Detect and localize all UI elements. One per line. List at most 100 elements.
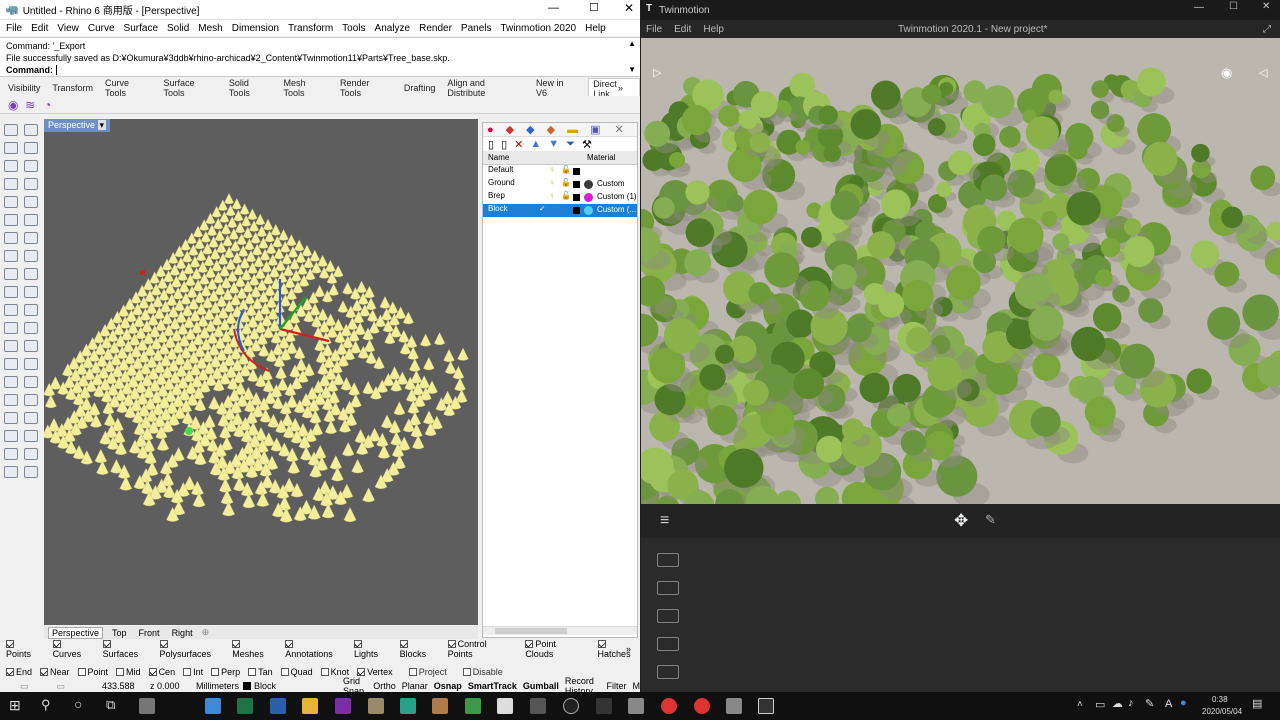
twinmotion-link-icon[interactable]: ≋	[25, 98, 35, 112]
twinmotion-viewport[interactable]: ▷ ◉ ◁	[641, 38, 1280, 504]
horizontal-scrollbar[interactable]	[483, 626, 637, 635]
osnap-int[interactable]: Int	[183, 667, 203, 677]
tray-chevron-icon[interactable]: ˄	[1077, 699, 1083, 710]
explorer-icon[interactable]	[302, 698, 318, 714]
epic-icon[interactable]	[596, 698, 612, 714]
toggle-gumball[interactable]: Gumball	[523, 681, 559, 691]
word-icon[interactable]	[270, 698, 286, 714]
tool-button-icon[interactable]	[4, 214, 18, 226]
menu-edit[interactable]: Edit	[31, 23, 48, 34]
tool-button-icon[interactable]	[24, 466, 38, 478]
tool-button-icon[interactable]	[4, 340, 18, 352]
filter-overflow-icon[interactable]: »	[626, 644, 631, 654]
app-icon-5[interactable]	[432, 698, 448, 714]
start-icon[interactable]: ⊞	[9, 697, 21, 714]
filter-meshes[interactable]: Meshes	[232, 639, 273, 659]
layer-row[interactable]: Ground ♀ 🔓 Custom	[483, 178, 637, 191]
perspective-viewport[interactable]: Perspective ▾	[44, 119, 478, 625]
tab-solid-tools[interactable]: Solid Tools	[229, 78, 272, 98]
add-viewport-icon[interactable]: ⊕	[202, 627, 210, 638]
layer-row[interactable]: Brep ♀ 🔓 Custom (1)	[483, 191, 637, 204]
rhino-taskbar-icon[interactable]	[726, 698, 742, 714]
osnap-quad[interactable]: Quad	[280, 667, 313, 677]
tool-button-icon[interactable]	[4, 466, 18, 478]
filter-polysurfaces[interactable]: Polysurfaces	[159, 639, 221, 659]
menu-render[interactable]: Render	[419, 23, 452, 34]
filter-blocks[interactable]: Blocks	[399, 639, 436, 659]
chrome-icon[interactable]	[661, 698, 677, 714]
tm-menu-help[interactable]: Help	[703, 24, 724, 35]
layer-tools-icon[interactable]: ⚒	[582, 138, 592, 151]
lightbulb-icon[interactable]: ♀	[549, 191, 555, 200]
pen-icon[interactable]: ✎	[1145, 697, 1154, 710]
close-button[interactable]: ✕	[624, 1, 634, 15]
tool-button-icon[interactable]	[4, 376, 18, 388]
world-icon[interactable]: ▭	[57, 681, 66, 692]
scroll-up-icon[interactable]: ▲	[628, 38, 636, 50]
excel-icon[interactable]	[237, 698, 253, 714]
onedrive-icon[interactable]: ☁	[1112, 697, 1123, 710]
tool-button-icon[interactable]	[24, 376, 38, 388]
import-icon[interactable]	[657, 553, 679, 567]
tm-maximize-button[interactable]: ☐	[1229, 1, 1238, 12]
tool-button-icon[interactable]	[24, 340, 38, 352]
tool-button-icon[interactable]	[24, 232, 38, 244]
toggle-filter[interactable]: Filter	[607, 681, 627, 691]
viewport-label[interactable]: Perspective ▾	[44, 119, 111, 132]
menu-analyze[interactable]: Analyze	[375, 23, 411, 34]
security-icon[interactable]: ●	[1180, 697, 1187, 709]
filter-point-clouds[interactable]: Point Clouds	[525, 639, 585, 659]
notification-icon[interactable]: ▤	[1252, 697, 1262, 710]
tool-button-icon[interactable]	[4, 304, 18, 316]
app-icon-9[interactable]	[628, 698, 644, 714]
menu-panels[interactable]: Panels	[461, 23, 492, 34]
twinmotion-taskbar-icon[interactable]	[758, 698, 774, 714]
filter-lights[interactable]: Lights	[354, 639, 388, 659]
osnap-mid[interactable]: Mid	[116, 667, 141, 677]
material-swatch[interactable]	[584, 193, 593, 202]
app-icon-2[interactable]	[335, 698, 351, 714]
delete-layer-icon[interactable]: ✕	[514, 138, 523, 151]
osnap-point[interactable]: Point	[77, 667, 108, 677]
tool-button-icon[interactable]	[4, 430, 18, 442]
tool-button-icon[interactable]	[24, 268, 38, 280]
app-icon-1[interactable]	[139, 698, 155, 714]
new-sublayer-icon[interactable]: ▯	[501, 138, 507, 151]
tab-new-in-v6[interactable]: New in V6	[536, 78, 576, 98]
fullscreen-icon[interactable]: ⤢	[1263, 24, 1271, 35]
filter-points[interactable]: Points	[6, 639, 41, 659]
filter-surfaces[interactable]: Surfaces	[102, 639, 148, 659]
tool-button-icon[interactable]	[4, 196, 18, 208]
menu-mesh[interactable]: Mesh	[198, 23, 222, 34]
osnap-end[interactable]: End	[6, 667, 32, 677]
filter-hatches[interactable]: Hatches	[597, 639, 640, 659]
tab-mesh-tools[interactable]: Mesh Tools	[283, 78, 328, 98]
new-layer-icon[interactable]: ▯	[488, 138, 494, 151]
column-material[interactable]: Material	[587, 153, 615, 162]
lock-icon[interactable]: 🔓	[561, 178, 571, 187]
app-icon-4[interactable]	[400, 698, 416, 714]
maximize-button[interactable]: ☐	[589, 1, 599, 14]
tool-button-icon[interactable]	[4, 250, 18, 262]
tab-drafting[interactable]: Drafting	[404, 83, 436, 93]
tool-button-icon[interactable]	[4, 160, 18, 172]
lightbulb-icon[interactable]: ♀	[549, 165, 555, 174]
osnap-tan[interactable]: Tan	[248, 667, 273, 677]
app-icon-8[interactable]	[530, 698, 546, 714]
minimize-button[interactable]: —	[548, 2, 559, 14]
tm-menu-file[interactable]: File	[646, 24, 662, 35]
toggle-smarttrack[interactable]: SmartTrack	[468, 681, 517, 691]
layers-panel-icon[interactable]: ◆	[506, 123, 514, 136]
tool-button-icon[interactable]	[4, 232, 18, 244]
toggle-planar[interactable]: Planar	[402, 681, 428, 691]
menu-file[interactable]: File	[6, 23, 22, 34]
filter-annotations[interactable]: Annotations	[285, 639, 342, 659]
tm-minimize-button[interactable]: —	[1194, 2, 1204, 13]
tool-button-icon[interactable]	[24, 322, 38, 334]
tool-button-icon[interactable]	[4, 412, 18, 424]
current-layer[interactable]: Block	[254, 681, 276, 691]
tool-button-icon[interactable]	[24, 214, 38, 226]
toggle-ortho[interactable]: Ortho	[373, 681, 396, 691]
hamburger-menu-icon[interactable]: ≡	[660, 512, 669, 530]
tab-render-tools[interactable]: Render Tools	[340, 78, 392, 98]
